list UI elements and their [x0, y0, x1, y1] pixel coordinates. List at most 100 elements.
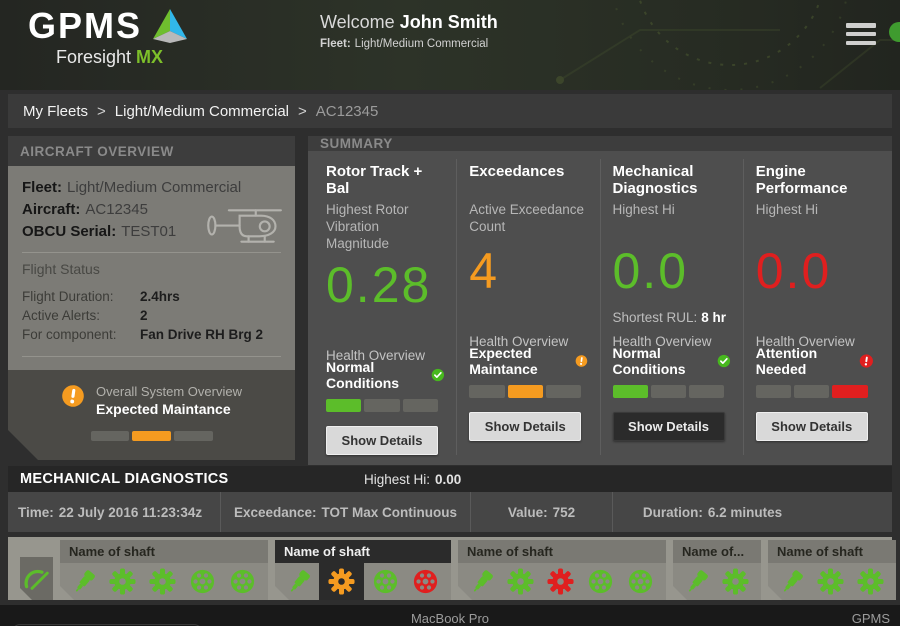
- show-details-button[interactable]: Show Details: [756, 412, 868, 441]
- aircraft-value: AC12345: [85, 201, 148, 218]
- breadcrumb-my-fleets[interactable]: My Fleets: [23, 103, 88, 120]
- aircraft-overview-title: AIRCRAFT OVERVIEW: [8, 136, 295, 166]
- time-label: Time:: [18, 505, 54, 520]
- gear-icon[interactable]: [721, 563, 750, 600]
- highest-hi-value: 0.00: [435, 472, 461, 487]
- bearing-icon[interactable]: [586, 563, 615, 600]
- breadcrumb-fleet[interactable]: Light/Medium Commercial: [115, 103, 289, 120]
- flight-duration-value: 2.4hrs: [140, 287, 180, 306]
- health-bar-segment: [756, 385, 791, 398]
- exceedance-value: TOT Max Continuous: [322, 505, 458, 520]
- gauge-icon[interactable]: [20, 560, 53, 597]
- shaft-icon[interactable]: [684, 563, 710, 600]
- aircraft-overview-body: Fleet:Light/Medium Commercial Aircraft:A…: [8, 166, 295, 370]
- gauge-tile[interactable]: [20, 557, 53, 600]
- card-value: 0.28: [326, 252, 444, 324]
- shaft-icon[interactable]: [469, 563, 495, 600]
- main-content: AIRCRAFT OVERVIEW Fleet:Light/Medium Com…: [8, 136, 892, 460]
- header-fleet-value: Light/Medium Commercial: [355, 38, 489, 50]
- active-alerts-label: Active Alerts:: [22, 306, 140, 325]
- shortest-rul-value: 8 hr: [701, 310, 726, 325]
- helicopter-icon: [205, 204, 285, 256]
- obcu-serial-label: OBCU Serial:: [22, 223, 116, 240]
- bearing-icon[interactable]: [626, 563, 655, 600]
- card-title: Exceedances: [469, 163, 587, 198]
- welcome-block: WelcomeJohn Smith Fleet:Light/Medium Com…: [320, 12, 498, 50]
- summary-card-engine-performance: Engine Performance Highest Hi 0.0 Health…: [743, 159, 886, 455]
- flight-duration-label: Flight Duration:: [22, 287, 140, 306]
- health-status-text: Normal Conditions: [613, 345, 709, 377]
- health-bar-segment: [91, 431, 130, 441]
- shaft-group-name[interactable]: Name of...: [673, 540, 761, 563]
- warning-icon: [575, 352, 588, 370]
- summary-card-rotor-track: Rotor Track + Bal Highest Rotor Vibratio…: [314, 159, 456, 455]
- hamburger-menu-icon[interactable]: [846, 23, 876, 45]
- for-component-value: Fan Drive RH Brg 2: [140, 325, 263, 344]
- exceedance-label: Exceedance:: [234, 505, 317, 520]
- health-bar-segment: [689, 385, 724, 398]
- show-details-button[interactable]: Show Details: [326, 426, 438, 455]
- health-bar: [756, 385, 868, 398]
- summary-title: SUMMARY: [308, 136, 892, 151]
- shaft-icon[interactable]: [779, 563, 805, 600]
- health-bar-segment: [508, 385, 543, 398]
- card-title: Mechanical Diagnostics: [613, 163, 731, 198]
- summary-panel: SUMMARY Rotor Track + Bal Highest Rotor …: [308, 136, 892, 460]
- aircraft-overview-panel: AIRCRAFT OVERVIEW Fleet:Light/Medium Com…: [8, 136, 295, 460]
- card-title: Engine Performance: [756, 163, 874, 198]
- bearing-icon[interactable]: [188, 563, 217, 600]
- gear-icon[interactable]: [148, 563, 177, 600]
- brand-logo-text: GPMS: [28, 7, 142, 45]
- card-value: 0.0: [756, 238, 874, 310]
- shaft-icon[interactable]: [71, 563, 97, 600]
- breadcrumb-separator: >: [298, 103, 307, 120]
- overall-health-bar: [91, 431, 213, 441]
- gear-icon[interactable]: [506, 563, 535, 600]
- breadcrumb-separator: >: [97, 103, 106, 120]
- gear-icon[interactable]: [546, 563, 575, 600]
- component-strip: Name of shaft Name of shaft Name of shaf…: [8, 537, 892, 600]
- health-status-text: Attention Needed: [756, 345, 851, 377]
- shaft-group-icons: [275, 563, 451, 600]
- shaft-group-name[interactable]: Name of shaft: [60, 540, 268, 563]
- shaft-group-5[interactable]: Name of shaft: [768, 540, 896, 600]
- breadcrumb-aircraft[interactable]: AC12345: [316, 103, 379, 120]
- logo-block[interactable]: GPMS ForesightMX: [28, 7, 190, 68]
- obcu-serial-value: TEST01: [121, 223, 176, 240]
- overall-system-overview: Overall System Overview Expected Maintan…: [8, 370, 295, 460]
- gear-icon[interactable]: [319, 563, 364, 600]
- card-value: 0.0: [613, 238, 731, 310]
- bearing-icon[interactable]: [411, 563, 440, 600]
- shaft-group-icons: [768, 563, 896, 600]
- gear-icon[interactable]: [108, 563, 137, 600]
- card-metric-label: Active Exceedance Count: [469, 201, 587, 238]
- health-bar: [469, 385, 581, 398]
- shaft-group-3[interactable]: Name of shaft: [458, 540, 666, 600]
- card-metric-label: Highest Hi: [756, 201, 874, 238]
- card-title: Rotor Track + Bal: [326, 163, 444, 198]
- shaft-group-2[interactable]: Name of shaft: [275, 540, 451, 600]
- gpms-triangle-logo-icon: [150, 7, 190, 45]
- welcome-prefix: Welcome: [320, 12, 395, 32]
- app-header: GPMS ForesightMX WelcomeJohn Smith Fleet…: [0, 0, 900, 90]
- shaft-group-name[interactable]: Name of shaft: [768, 540, 896, 563]
- shaft-group-4[interactable]: Name of...: [673, 540, 761, 600]
- show-details-button[interactable]: Show Details: [613, 412, 725, 441]
- shaft-group-name[interactable]: Name of shaft: [275, 540, 451, 563]
- device-bezel: MacBook Pro GPMS: [0, 605, 900, 626]
- bearing-icon[interactable]: [371, 563, 400, 600]
- show-details-button[interactable]: Show Details: [469, 412, 581, 441]
- card-metric-label: Highest Hi: [613, 201, 731, 238]
- shaft-group-name[interactable]: Name of shaft: [458, 540, 666, 563]
- bearing-icon[interactable]: [228, 563, 257, 600]
- card-metric-label: Highest Rotor Vibration Magnitude: [326, 201, 444, 252]
- shaft-group-1[interactable]: Name of shaft: [60, 540, 268, 600]
- footer-brand: GPMS: [852, 611, 890, 626]
- gear-icon[interactable]: [816, 563, 845, 600]
- gear-icon[interactable]: [856, 563, 885, 600]
- summary-body: Rotor Track + Bal Highest Rotor Vibratio…: [308, 151, 892, 465]
- health-status-text: Normal Conditions: [326, 359, 422, 391]
- check-icon: [717, 352, 731, 370]
- shaft-icon[interactable]: [286, 563, 312, 600]
- shortest-rul-label: Shortest RUL:: [613, 310, 698, 325]
